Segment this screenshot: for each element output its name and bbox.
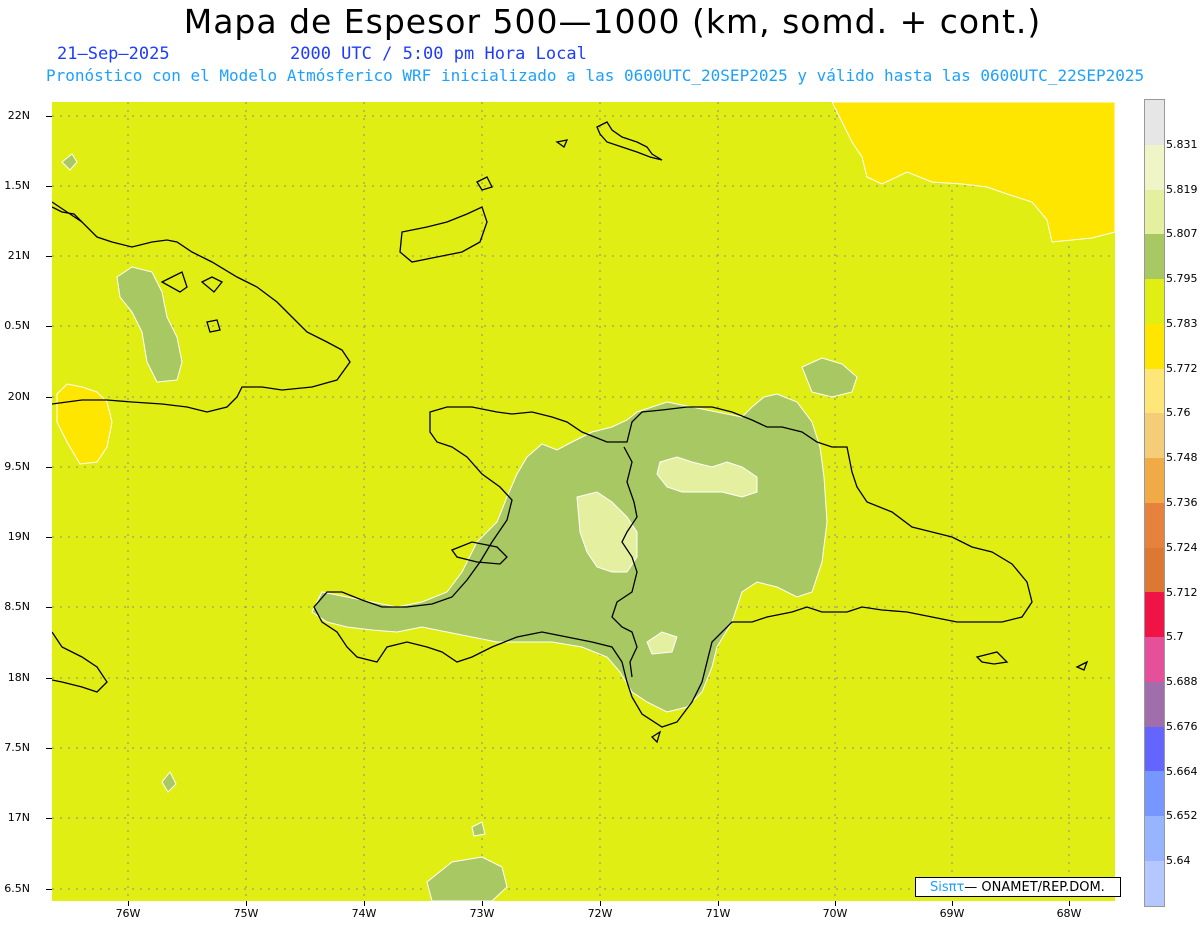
lon-label-73w: 73W <box>469 907 495 920</box>
legend-swatch <box>1145 637 1164 682</box>
lat-tick <box>46 678 52 679</box>
legend-label: 5.688 <box>1166 675 1198 689</box>
lat-tick <box>46 116 52 117</box>
lat-label-17n: 17N <box>7 811 30 824</box>
lon-label-74w: 74W <box>351 907 377 920</box>
lat-label-21-5n: 1.5N <box>4 179 30 192</box>
lon-tick <box>718 901 719 906</box>
lat-label-17-5n: 7.5N <box>4 741 30 754</box>
lat-tick <box>46 467 52 468</box>
lat-tick <box>46 256 52 257</box>
legend-label: 5.652 <box>1166 809 1198 823</box>
lon-tick <box>835 901 836 906</box>
legend-swatch <box>1145 413 1164 459</box>
legend-label: 5.795 <box>1166 272 1198 286</box>
legend-label: 5.736 <box>1166 496 1198 509</box>
green-thickness-region-east <box>801 357 858 398</box>
lon-tick <box>128 901 129 906</box>
lon-tick <box>952 901 953 906</box>
lat-tick <box>46 397 52 398</box>
lon-label-75w: 75W <box>233 907 259 920</box>
legend-label: 5.664 <box>1166 764 1198 778</box>
legend-label: 5.7 <box>1166 630 1184 644</box>
lat-label-20n: 20N <box>7 390 30 403</box>
lon-label-76w: 76W <box>115 907 141 920</box>
green-thickness-region-hispaniola <box>311 393 828 713</box>
lat-tick <box>46 818 52 819</box>
lon-tick <box>246 901 247 906</box>
lon-tick <box>482 901 483 906</box>
legend-label: 5.748 <box>1166 451 1198 465</box>
legend-swatch <box>1145 547 1164 593</box>
yellow-thickness-region <box>831 102 1115 243</box>
green-thickness-region-cuba <box>116 266 183 383</box>
lat-label-18n: 18N <box>7 671 30 684</box>
coastlines <box>52 121 1089 744</box>
map-title: Mapa de Espesor 500—1000 (km, somd. + co… <box>183 2 1042 41</box>
lat-tick <box>46 748 52 749</box>
lon-tick <box>364 901 365 906</box>
lat-label-22n: 22N <box>7 109 30 122</box>
legend-swatch <box>1145 502 1164 548</box>
valid-date: 21—Sep—2025 <box>57 44 170 64</box>
valid-time: 2000 UTC / 5:00 pm Hora Local <box>290 44 587 64</box>
lat-label-20-5n: 0.5N <box>4 319 30 332</box>
legend-swatch <box>1145 368 1164 414</box>
green-thickness-region-south <box>426 856 508 901</box>
legend-swatch <box>1145 323 1164 369</box>
lon-label-71w: 71W <box>705 907 731 920</box>
credit-brand: Sisπτ <box>930 879 965 895</box>
lat-tick <box>46 186 52 187</box>
lat-tick <box>46 326 52 327</box>
credit-text: — ONAMET/REP.DOM. <box>964 879 1105 895</box>
legend-swatch <box>1145 458 1164 503</box>
lon-tick <box>600 901 601 906</box>
legend-swatch <box>1145 189 1164 235</box>
legend-swatch <box>1145 861 1164 906</box>
legend-label: 5.807 <box>1166 227 1198 241</box>
legend-swatch <box>1145 771 1164 817</box>
legend-swatch <box>1145 144 1164 190</box>
lat-tick <box>46 537 52 538</box>
legend-label: 5.676 <box>1166 719 1198 733</box>
yellow-thickness-region-west <box>56 383 113 465</box>
lat-tick <box>46 607 52 608</box>
credit-box: Sisπτ — ONAMET/REP.DOM. <box>915 877 1121 897</box>
lon-label-69w: 69W <box>939 907 965 920</box>
legend-swatch <box>1145 100 1164 145</box>
legend-label: 5.819 <box>1166 182 1198 196</box>
legend-swatch <box>1145 592 1164 638</box>
lon-tick <box>1069 901 1070 906</box>
legend-swatch <box>1145 681 1164 727</box>
legend-label: 5.724 <box>1166 540 1198 554</box>
lat-label-21n: 21N <box>7 249 30 262</box>
lon-label-70w: 70W <box>822 907 848 920</box>
lat-label-16-5n: 6.5N <box>4 882 30 895</box>
legend-label: 5.831 <box>1166 137 1198 151</box>
green-thickness-region-small-3 <box>471 821 486 837</box>
legend-swatch <box>1145 234 1164 280</box>
legend-swatch <box>1145 279 1164 324</box>
green-thickness-region-small-2 <box>161 771 177 793</box>
lon-label-68w: 68W <box>1056 907 1082 920</box>
legend-swatch <box>1145 816 1164 862</box>
thickness-map <box>52 102 1115 901</box>
forecast-description: Pronóstico con el Modelo Atmósferico WRF… <box>46 66 1145 85</box>
lat-label-19n: 19N <box>7 530 30 543</box>
legend-label: 5.712 <box>1166 585 1198 599</box>
legend-label: 5.64 <box>1166 854 1191 868</box>
legend-label: 5.783 <box>1166 316 1198 330</box>
green-thickness-region-small <box>61 153 78 171</box>
legend-label: 5.76 <box>1166 406 1191 420</box>
lon-label-72w: 72W <box>587 907 613 920</box>
legend-label: 5.772 <box>1166 361 1198 375</box>
lat-label-18-5n: 8.5N <box>4 600 30 613</box>
color-legend <box>1144 99 1165 907</box>
lat-tick <box>46 889 52 890</box>
legend-swatch <box>1145 726 1164 772</box>
lat-label-19-5n: 9.5N <box>4 460 30 473</box>
map-canvas <box>52 102 1115 901</box>
